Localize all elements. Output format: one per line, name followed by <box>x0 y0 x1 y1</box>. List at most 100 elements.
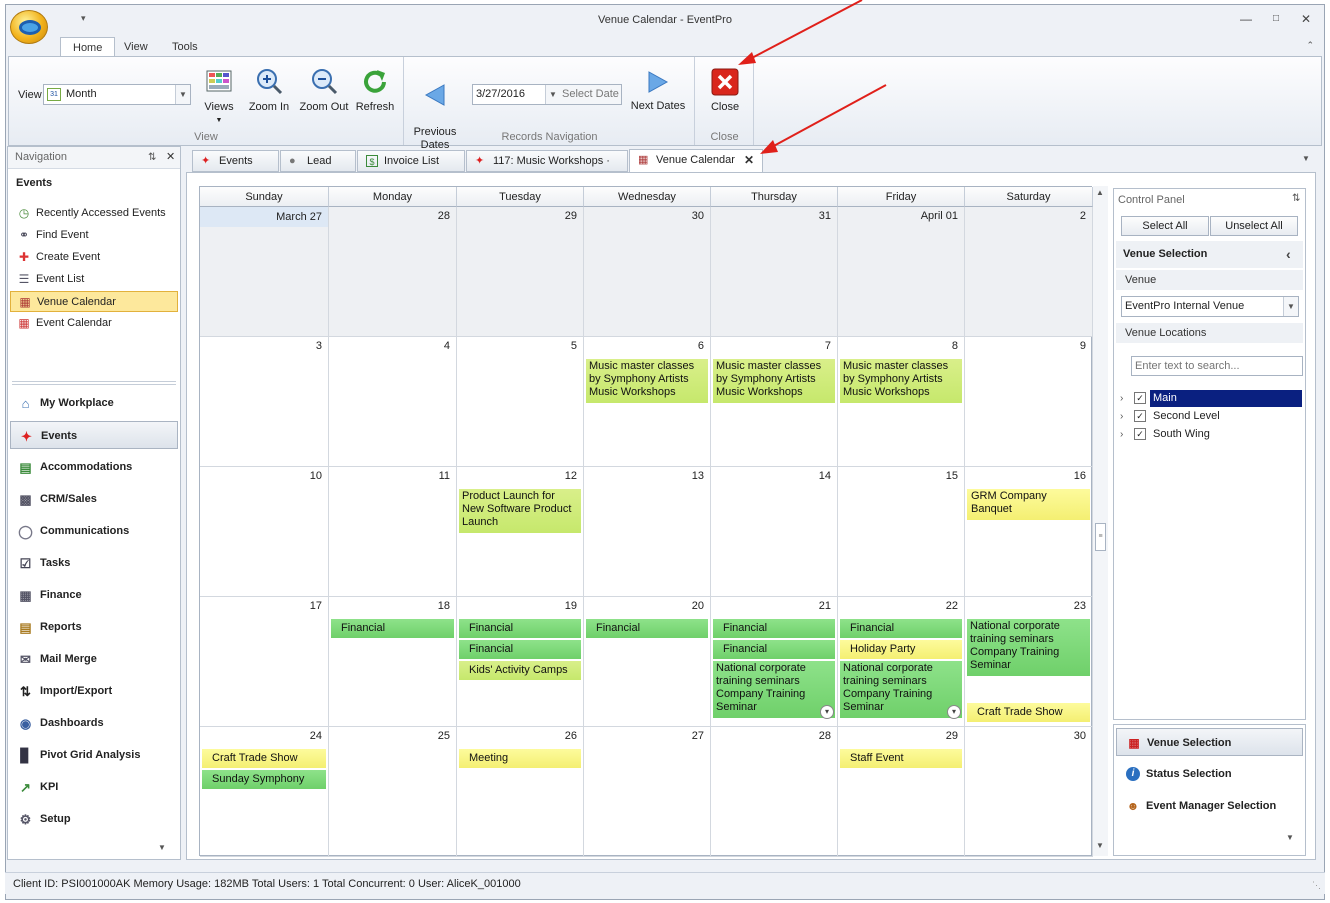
doc-tab-venue-calendar[interactable]: ▦ Venue Calendar ✕ <box>629 149 763 172</box>
date-picker[interactable]: 3/27/2016 ▼ Select Date <box>472 84 622 105</box>
appointment[interactable]: Music master classes by Symphony Artists… <box>586 359 708 403</box>
cp-status-selection[interactable]: i Status Selection <box>1116 760 1303 788</box>
appointment[interactable]: Music master classes by Symphony Artists… <box>840 359 962 403</box>
appointment[interactable]: Staff Event <box>840 749 962 768</box>
module-accommodations[interactable]: ▤ Accommodations <box>10 453 178 481</box>
appointment[interactable]: Craft Trade Show <box>967 703 1090 722</box>
scroll-down-icon[interactable]: ▼ <box>1096 841 1104 850</box>
module-kpi[interactable]: ↗ KPI <box>10 773 178 801</box>
calendar-day-cell[interactable]: March 27 <box>200 207 329 337</box>
calendar-day-cell[interactable]: 25 <box>329 727 457 857</box>
scroll-up-icon[interactable]: ▲ <box>1096 188 1104 197</box>
nav-event-calendar[interactable]: ▦ Event Calendar <box>10 313 178 334</box>
doc-tab-lead[interactable]: ● Lead <box>280 150 356 172</box>
module-reports[interactable]: ▤ Reports <box>10 613 178 641</box>
appointment[interactable]: GRM Company Banquet <box>967 489 1090 520</box>
calendar-day-cell[interactable]: 4 <box>329 337 457 467</box>
calendar-day-cell[interactable]: 10 <box>200 467 329 597</box>
pin-icon[interactable]: ⇅ <box>1292 193 1300 204</box>
calendar-day-cell[interactable]: 17 <box>200 597 329 727</box>
module-tasks[interactable]: ☑ Tasks <box>10 549 178 577</box>
nav-find-event[interactable]: ⚭ Find Event <box>10 225 178 246</box>
module-communications[interactable]: ◯ Communications <box>10 517 178 545</box>
expand-icon[interactable]: › <box>1120 426 1123 443</box>
next-dates-button[interactable]: Next Dates <box>627 67 689 113</box>
tab-home[interactable]: Home <box>60 37 116 58</box>
maximize-button[interactable]: □ <box>1266 11 1286 27</box>
appointment[interactable]: Meeting <box>459 749 581 768</box>
nav-venue-calendar[interactable]: ▦ Venue Calendar <box>10 291 178 312</box>
appointment[interactable]: Financial Conference <box>840 619 962 638</box>
appointment[interactable]: Holiday Party <box>840 640 962 659</box>
nav-recently-accessed-events[interactable]: ◷ Recently Accessed Events <box>10 203 178 224</box>
cp-event-manager-selection[interactable]: ☻ Event Manager Selection <box>1116 792 1303 820</box>
expand-icon[interactable]: › <box>1120 408 1123 425</box>
module-mail-merge[interactable]: ✉ Mail Merge <box>10 645 178 673</box>
calendar-day-cell[interactable]: 9 <box>965 337 1093 467</box>
appointment[interactable]: Product Launch for New Software Product … <box>459 489 581 533</box>
module-pivot-grid-analysis[interactable]: ▊ Pivot Grid Analysis <box>10 741 178 769</box>
appointment[interactable]: Financial Conference <box>331 619 454 638</box>
calendar-day-cell[interactable]: 18 <box>329 597 457 727</box>
calendar-day-cell[interactable]: 28 <box>711 727 838 857</box>
unselect-all-button[interactable]: Unselect All <box>1210 216 1298 236</box>
more-appointments-icon[interactable]: ▾ <box>820 705 834 719</box>
appointment[interactable]: National corporate training seminars Com… <box>967 619 1090 676</box>
nav-event-list[interactable]: ☰ Event List <box>10 269 178 290</box>
location-main[interactable]: › ✓ Main <box>1120 390 1302 407</box>
select-date-button[interactable]: ▼ Select Date <box>545 85 621 104</box>
calendar-day-cell[interactable]: 31 <box>711 207 838 337</box>
calendar-day-cell[interactable]: 24 <box>200 727 329 857</box>
calendar-day-cell[interactable]: 3 <box>200 337 329 467</box>
calendar-day-cell[interactable]: 11 <box>329 467 457 597</box>
location-checkbox[interactable]: ✓ <box>1134 392 1146 404</box>
tab-list-dropdown-icon[interactable]: ▼ <box>1302 154 1310 163</box>
module-events[interactable]: ✦ Events <box>10 421 178 449</box>
collapse-icon[interactable]: ‹ <box>1286 241 1291 268</box>
location-checkbox[interactable]: ✓ <box>1134 410 1146 422</box>
appointment[interactable]: National corporate training seminars Com… <box>840 661 962 718</box>
appointment[interactable]: Financial Conference <box>713 640 835 659</box>
tab-close-icon[interactable]: ✕ <box>744 150 754 170</box>
calendar-day-cell[interactable]: 5 <box>457 337 584 467</box>
calendar-day-cell[interactable]: 26 <box>457 727 584 857</box>
module-setup[interactable]: ⚙ Setup <box>10 805 178 833</box>
module-finance[interactable]: ▦ Finance <box>10 581 178 609</box>
appointment[interactable]: National corporate training seminars Com… <box>713 661 835 718</box>
calendar-day-cell[interactable]: 20 <box>584 597 711 727</box>
venue-select[interactable]: EventPro Internal Venue ▼ <box>1121 296 1299 317</box>
zoom-in-button[interactable]: Zoom In <box>244 67 294 114</box>
doc-tab-invoice-list[interactable]: $ Invoice List <box>357 150 465 172</box>
cp-venue-selection[interactable]: ▦ Venue Selection <box>1116 728 1303 756</box>
scroll-thumb[interactable]: ≡ <box>1095 523 1106 551</box>
close-button[interactable]: Close <box>704 67 746 114</box>
calendar-day-cell[interactable]: 13 <box>584 467 711 597</box>
pin-icon[interactable]: ⇅ <box>148 147 156 168</box>
calendar-day-cell[interactable]: 29 <box>838 727 965 857</box>
location-south-wing[interactable]: › ✓ South Wing <box>1120 426 1302 443</box>
nav-create-event[interactable]: ✚ Create Event <box>10 247 178 268</box>
zoom-out-button[interactable]: Zoom Out <box>296 67 352 114</box>
close-icon[interactable]: ✕ <box>166 147 175 168</box>
calendar-day-cell[interactable]: 27 <box>584 727 711 857</box>
location-second-level[interactable]: › ✓ Second Level <box>1120 408 1302 425</box>
calendar-day-cell[interactable]: 2 <box>965 207 1093 337</box>
calendar-day-cell[interactable]: 29 <box>457 207 584 337</box>
chevron-down-icon[interactable]: ▼ <box>1286 833 1294 842</box>
appointment[interactable]: Sunday Symphony <box>202 770 326 789</box>
more-appointments-icon[interactable]: ▾ <box>947 705 961 719</box>
appointment[interactable]: Financial Conference <box>586 619 708 638</box>
appointment[interactable]: Craft Trade Show <box>202 749 326 768</box>
location-search-input[interactable] <box>1131 356 1303 376</box>
module-dashboards[interactable]: ◉ Dashboards <box>10 709 178 737</box>
tab-tools[interactable]: Tools <box>160 37 210 58</box>
module-import-export[interactable]: ⇅ Import/Export <box>10 677 178 705</box>
tab-view[interactable]: View <box>112 37 160 58</box>
location-checkbox[interactable]: ✓ <box>1134 428 1146 440</box>
appointment[interactable]: Financial Conference <box>459 619 581 638</box>
chevron-down-icon[interactable]: ▼ <box>158 843 166 852</box>
calendar-day-cell[interactable]: 30 <box>584 207 711 337</box>
view-select[interactable]: 31 Month ▼ <box>43 84 191 105</box>
calendar-day-cell[interactable]: 16 <box>965 467 1093 597</box>
refresh-button[interactable]: Refresh <box>352 67 398 114</box>
